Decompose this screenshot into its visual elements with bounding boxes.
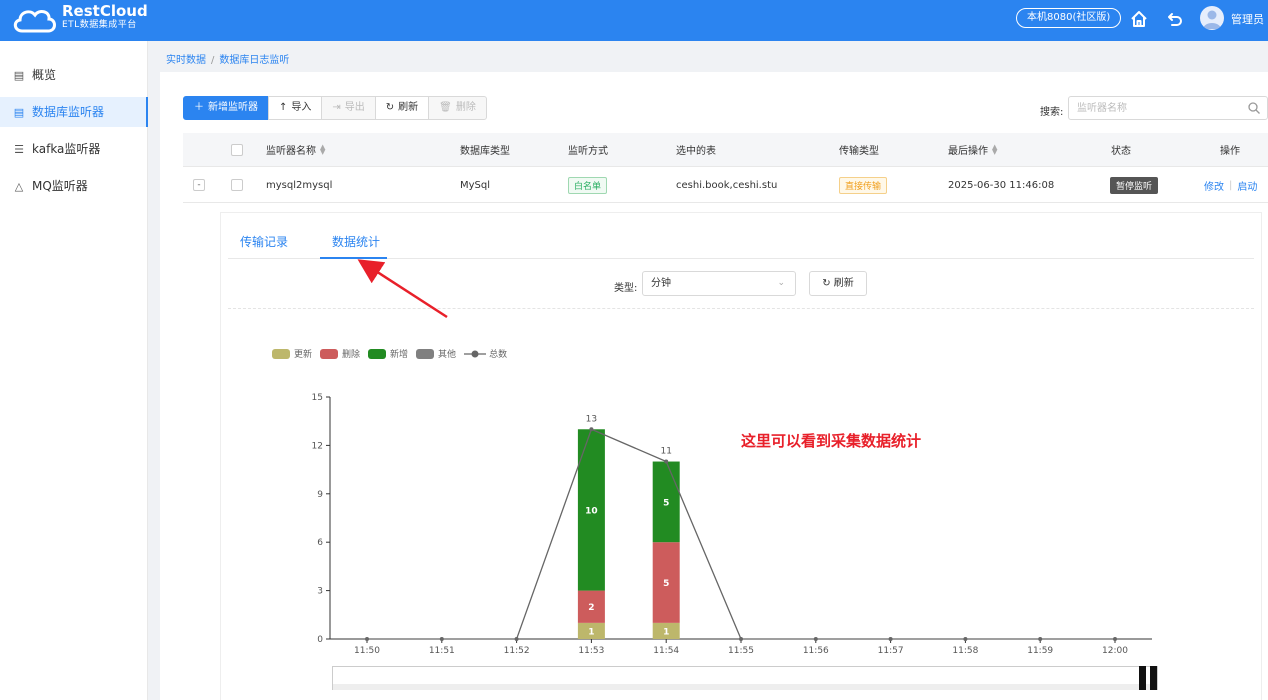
x-tick-label: 11:50 [354, 646, 380, 656]
y-tick-label: 6 [317, 538, 323, 548]
x-tick-label: 11:59 [1027, 646, 1053, 656]
total-point [813, 637, 818, 641]
bar-value-label: 5 [663, 498, 669, 508]
x-tick-label: 11:54 [653, 646, 679, 656]
x-tick-label: 11:56 [803, 646, 829, 656]
annotation-text: 这里可以看到采集数据统计 [741, 432, 922, 450]
zoom-track [333, 684, 1157, 690]
zoom-handle-start[interactable] [1139, 666, 1146, 690]
x-tick-label: 11:57 [878, 646, 904, 656]
x-tick-label: 11:53 [578, 646, 604, 656]
bar-value-label: 10 [585, 506, 598, 516]
x-tick-label: 11:51 [429, 646, 455, 656]
total-point [664, 459, 669, 464]
y-tick-label: 9 [317, 490, 323, 500]
x-tick-label: 11:58 [952, 646, 978, 656]
total-value-label: 13 [586, 414, 597, 424]
x-tick-label: 11:55 [728, 646, 754, 656]
x-tick-label: 12:00 [1102, 646, 1128, 656]
x-tick-label: 11:52 [504, 646, 530, 656]
bar-value-label: 1 [663, 627, 669, 637]
total-point [963, 637, 968, 641]
zoom-handle-end[interactable] [1150, 666, 1157, 690]
bar-value-label: 1 [588, 627, 594, 637]
y-tick-label: 15 [312, 393, 323, 403]
total-point [739, 637, 743, 641]
bar-value-label: 5 [663, 579, 669, 589]
y-tick-label: 12 [312, 441, 323, 451]
y-tick-label: 3 [317, 587, 323, 597]
total-point [1113, 637, 1117, 641]
total-point [439, 637, 444, 641]
total-point [514, 637, 519, 641]
chart-zoom-slider[interactable] [332, 666, 1158, 690]
bar-value-label: 2 [588, 603, 594, 613]
total-point [365, 637, 369, 641]
total-point [589, 427, 594, 432]
total-value-label: 11 [660, 447, 671, 457]
total-point [1038, 637, 1043, 641]
total-point [888, 637, 893, 641]
stats-chart: 0369121511:50 11:51 11:52 11:53 11:54 11:55 11… [312, 393, 1152, 656]
total-line [367, 428, 1115, 640]
y-tick-label: 0 [317, 635, 323, 645]
